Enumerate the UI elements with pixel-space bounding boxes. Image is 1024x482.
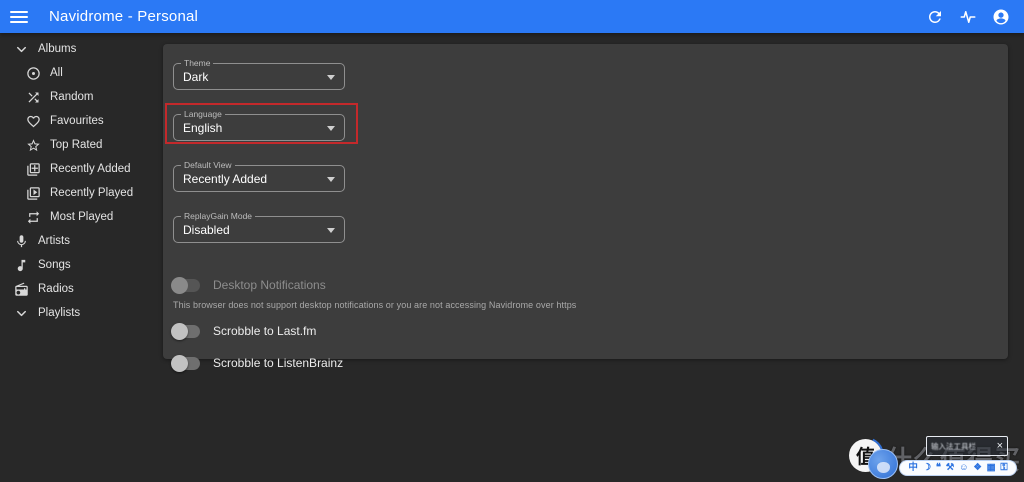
music-note-icon: [14, 258, 29, 273]
microphone-icon: [14, 234, 29, 249]
activity-icon[interactable]: [959, 8, 977, 26]
field-value: Disabled: [183, 222, 230, 237]
dropdown-arrow-icon: [327, 227, 335, 233]
sidebar-item-label: Favourites: [50, 115, 104, 127]
ime-halfwidth-icon[interactable]: ☽: [923, 463, 932, 473]
toggle-label: Desktop Notifications: [213, 278, 326, 292]
appbar-actions: [926, 8, 1010, 26]
chevron-down-icon: [14, 42, 29, 57]
toggle-label: Scrobble to Last.fm: [213, 324, 317, 338]
dropdown-arrow-icon: [327, 125, 335, 131]
sidebar-item-recently-played[interactable]: Recently Played: [0, 181, 163, 205]
sidebar-item-favourites[interactable]: Favourites: [0, 109, 163, 133]
sidebar: Albums All Random Favourites Top Rated R…: [0, 33, 163, 482]
replaygain-select[interactable]: ReplayGain Mode Disabled: [173, 211, 345, 243]
library-play-icon: [26, 186, 41, 201]
field-value: English: [183, 120, 223, 135]
notifications-helper-text: This browser does not support desktop no…: [173, 300, 577, 310]
sidebar-item-random[interactable]: Random: [0, 85, 163, 109]
star-icon: [26, 138, 41, 153]
theme-field: Theme Dark: [173, 58, 345, 90]
app-bar: Navidrome - Personal: [0, 0, 1024, 33]
scrobble-listenbrainz-toggle[interactable]: [171, 354, 200, 372]
language-select[interactable]: Language English: [173, 109, 345, 141]
refresh-icon[interactable]: [926, 8, 944, 26]
sidebar-item-artists[interactable]: Artists: [0, 229, 163, 253]
account-icon[interactable]: [992, 8, 1010, 26]
sidebar-item-label: Random: [50, 91, 94, 103]
default-view-field: Default View Recently Added: [173, 160, 345, 192]
ime-tools-icon[interactable]: ⚒: [946, 463, 955, 473]
ime-punctuation-icon[interactable]: ❝: [936, 463, 941, 473]
sidebar-item-label: Albums: [38, 43, 77, 55]
sidebar-item-label: Radios: [38, 283, 74, 295]
scrobble-lastfm-toggle[interactable]: [171, 322, 200, 340]
dropdown-arrow-icon: [327, 74, 335, 80]
desktop-notifications-row: Desktop Notifications: [171, 274, 1008, 296]
heart-icon: [26, 114, 41, 129]
ime-toolbar: 中 ☽ ❝ ⚒ ☺ ❖ ▦ ⚿: [899, 460, 1017, 476]
ime-skin-icon[interactable]: ❖: [973, 463, 982, 473]
sidebar-item-label: Songs: [38, 259, 71, 271]
sidebar-item-all[interactable]: All: [0, 61, 163, 85]
sidebar-item-top-rated[interactable]: Top Rated: [0, 133, 163, 157]
ime-avatar: [868, 449, 898, 479]
ime-tooltip-text: 输入法工具栏: [931, 441, 976, 451]
sidebar-item-label: Playlists: [38, 307, 81, 319]
dropdown-arrow-icon: [327, 176, 335, 182]
sidebar-item-songs[interactable]: Songs: [0, 253, 163, 277]
close-icon[interactable]: ×: [997, 440, 1003, 452]
field-value: Dark: [183, 69, 209, 84]
radio-icon: [14, 282, 29, 297]
toggle-label: Scrobble to ListenBrainz: [213, 356, 344, 370]
sidebar-item-label: Top Rated: [50, 139, 103, 151]
chevron-down-icon: [14, 306, 29, 321]
menu-icon[interactable]: [10, 10, 28, 23]
replaygain-field: ReplayGain Mode Disabled: [173, 211, 345, 243]
desktop-notifications-toggle[interactable]: [171, 276, 200, 294]
ime-mode-icon[interactable]: 中: [908, 463, 918, 473]
theme-select[interactable]: Theme Dark: [173, 58, 345, 90]
ime-tooltip: 输入法工具栏 ×: [926, 436, 1008, 456]
field-value: Recently Added: [183, 171, 268, 186]
field-label: Theme: [181, 58, 214, 69]
sidebar-item-radios[interactable]: Radios: [0, 277, 163, 301]
ime-lock-icon[interactable]: ⚿: [1000, 463, 1007, 473]
sidebar-item-recently-added[interactable]: Recently Added: [0, 157, 163, 181]
sidebar-item-playlists[interactable]: Playlists: [0, 301, 163, 325]
sidebar-item-albums[interactable]: Albums: [0, 37, 163, 61]
field-label: Default View: [181, 160, 235, 171]
scrobble-listenbrainz-row: Scrobble to ListenBrainz: [171, 352, 1008, 374]
ime-emoji-icon[interactable]: ☺: [959, 463, 969, 473]
sidebar-item-label: Recently Played: [50, 187, 134, 199]
field-label: ReplayGain Mode: [181, 211, 256, 222]
sidebar-item-most-played[interactable]: Most Played: [0, 205, 163, 229]
settings-panel: Theme Dark Language English Default View…: [163, 44, 1008, 372]
sidebar-item-label: Artists: [38, 235, 70, 247]
shuffle-icon: [26, 90, 41, 105]
watermark-overlay: 什么值得买 值 中 ☽ ❝ ⚒ ☺ ❖ ▦ ⚿ 输入法工具栏 ×: [840, 433, 1024, 482]
field-label: Language: [181, 109, 225, 120]
album-icon: [26, 66, 41, 81]
default-view-select[interactable]: Default View Recently Added: [173, 160, 345, 192]
language-field: Language English: [165, 103, 358, 144]
sidebar-item-label: Most Played: [50, 211, 114, 223]
sidebar-item-label: All: [50, 67, 63, 79]
library-add-icon: [26, 162, 41, 177]
ime-keyboard-icon[interactable]: ▦: [987, 463, 996, 473]
scrobble-lastfm-row: Scrobble to Last.fm: [171, 320, 1008, 342]
sidebar-item-label: Recently Added: [50, 163, 131, 175]
repeat-icon: [26, 210, 41, 225]
page-title: Navidrome - Personal: [49, 8, 199, 25]
